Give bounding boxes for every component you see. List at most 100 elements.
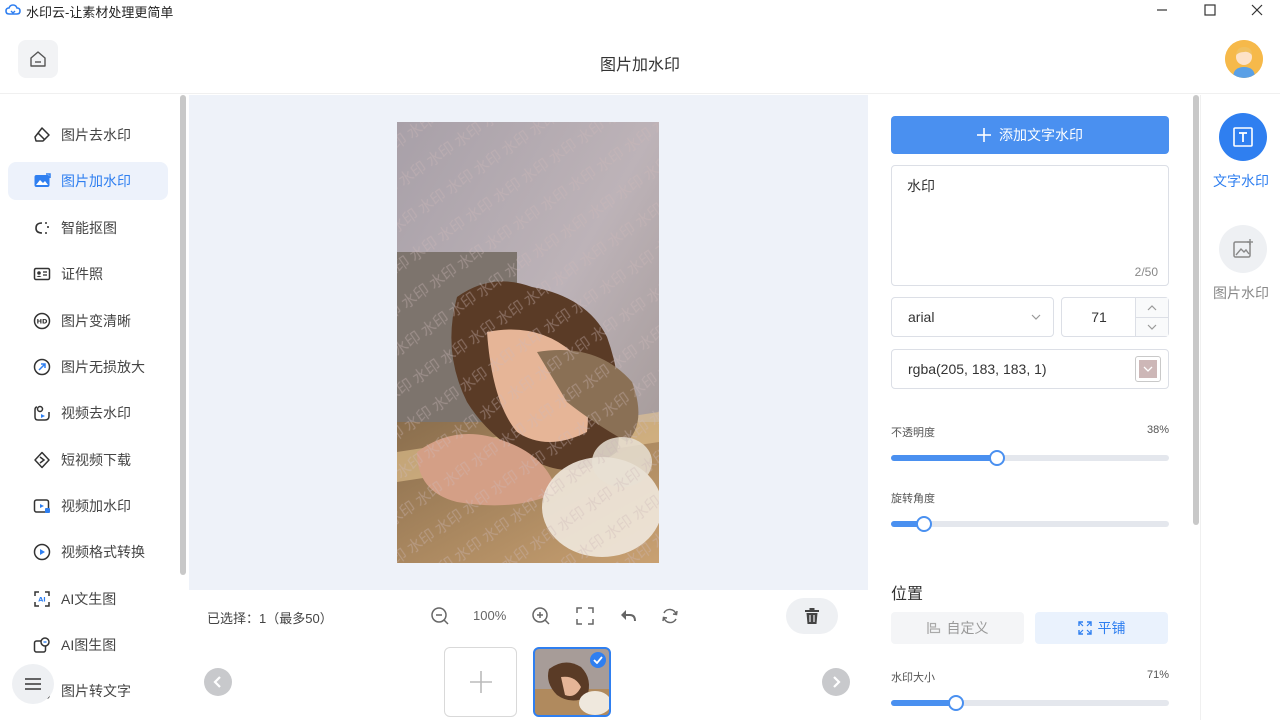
next-image-button[interactable] (822, 668, 850, 696)
tab-text-watermark-label[interactable]: 文字水印 (1201, 171, 1280, 191)
id-card-icon (32, 264, 52, 284)
sidebar-item-label: 智能抠图 (61, 220, 117, 236)
sidebar-item-add-image-watermark[interactable]: 图片加水印 (8, 162, 168, 200)
chevron-left-icon (213, 676, 221, 688)
opacity-value: 38% (1146, 424, 1169, 436)
chevron-down-icon (1147, 324, 1157, 330)
close-icon (1251, 4, 1263, 16)
sidebar-item-short-video-download[interactable]: 短视频下载 (8, 441, 168, 479)
delete-button[interactable] (786, 598, 838, 634)
minimize-icon (1157, 9, 1167, 11)
sidebar-item-label: AI文生图 (61, 591, 117, 607)
slider-fill (891, 700, 956, 706)
tab-text-watermark[interactable] (1219, 113, 1267, 161)
sidebar-item-id-photo[interactable]: 证件照 (8, 255, 168, 293)
slider-fill (891, 455, 997, 461)
sidebar-item-ai-image-to-image[interactable]: AI图生图 (8, 626, 168, 664)
chevron-down-icon (1143, 366, 1153, 372)
sidebar-item-add-video-watermark[interactable]: 视频加水印 (8, 487, 168, 525)
sidebar-item-ai-text-to-image[interactable]: AI AI文生图 (8, 580, 168, 618)
increase-button[interactable] (1136, 298, 1168, 317)
zoom-in-button[interactable] (529, 604, 553, 628)
sidebar-scrollbar[interactable] (180, 95, 186, 575)
font-family-select[interactable]: arial (891, 297, 1054, 337)
selected-check (590, 652, 606, 668)
sidebar-item-label: 证件照 (61, 266, 103, 282)
image-canvas: 水印 (189, 95, 868, 590)
sidebar-item-label: AI图生图 (61, 637, 117, 653)
ai-image-image-icon (32, 635, 52, 655)
image-add-icon (1233, 239, 1253, 258)
rotation-label: 旋转角度 (891, 493, 935, 505)
prev-image-button[interactable] (204, 668, 232, 696)
plus-icon (977, 128, 991, 142)
tab-image-watermark[interactable] (1219, 225, 1267, 273)
maximize-button[interactable] (1187, 0, 1233, 20)
svg-text:AI: AI (38, 596, 45, 604)
add-text-watermark-button[interactable]: 添加文字水印 (891, 116, 1169, 154)
sidebar-item-smart-cutout[interactable]: 智能抠图 (8, 209, 168, 247)
sidebar-item-label: 图片转文字 (61, 683, 131, 699)
hamburger-menu-icon (25, 678, 41, 690)
position-custom-button[interactable]: 自定义 (891, 612, 1024, 644)
watermark-type-tabs: 文字水印 图片水印 (1200, 95, 1280, 720)
image-edit-icon (32, 171, 52, 191)
watermark-text-value: 水印 (907, 178, 935, 194)
rotation-slider[interactable] (891, 516, 1169, 532)
fit-screen-button[interactable] (573, 604, 597, 628)
window-title: 水印云-让素材处理更简单 (26, 5, 174, 20)
photo-illustration: 水印 (397, 122, 659, 563)
ai-text-image-icon: AI (32, 589, 52, 609)
image-thumbnail[interactable] (533, 647, 611, 717)
zoom-out-icon (431, 607, 449, 625)
plus-icon (469, 671, 492, 693)
sidebar-item-label: 视频去水印 (61, 405, 131, 421)
minimize-button[interactable] (1139, 0, 1185, 20)
reset-button[interactable] (658, 604, 682, 628)
zoom-level: 100% (473, 608, 507, 623)
selection-count: 已选择：1（最多50） (207, 611, 333, 626)
opacity-label: 不透明度 (891, 427, 935, 439)
add-image-button[interactable] (444, 647, 517, 717)
color-picker-field[interactable]: rgba(205, 183, 183, 1) (891, 349, 1169, 389)
font-size-value: 71 (1091, 309, 1107, 325)
trash-icon (805, 608, 819, 624)
sidebar-item-image-sharpen[interactable]: HD 图片变清晰 (8, 302, 168, 340)
slider-handle[interactable] (948, 695, 964, 711)
page-title: 图片加水印 (599, 57, 680, 74)
font-size-stepper[interactable]: 71 (1061, 297, 1169, 337)
slider-handle[interactable] (989, 450, 1005, 466)
watermark-text-input[interactable]: 水印 2/50 (891, 165, 1169, 286)
size-slider[interactable] (891, 695, 1169, 711)
avatar[interactable] (1225, 40, 1263, 78)
sidebar-item-remove-image-watermark[interactable]: 图片去水印 (8, 116, 168, 154)
check-icon (593, 656, 603, 664)
custom-label: 自定义 (946, 620, 989, 636)
undo-icon (621, 610, 636, 622)
zoom-out-button[interactable] (428, 604, 452, 628)
sidebar-item-video-format-convert[interactable]: 视频格式转换 (8, 533, 168, 571)
align-icon (926, 621, 941, 635)
size-label: 水印大小 (891, 672, 935, 684)
sidebar-item-lossless-enlarge[interactable]: 图片无损放大 (8, 348, 168, 386)
panel-scrollbar[interactable] (1193, 95, 1199, 525)
expand-icon (1077, 621, 1092, 635)
undo-button[interactable] (616, 604, 640, 628)
video-eraser-icon (32, 403, 52, 423)
sidebar-item-remove-video-watermark[interactable]: 视频去水印 (8, 394, 168, 432)
close-button[interactable] (1234, 0, 1280, 20)
tab-image-watermark-label[interactable]: 图片水印 (1201, 283, 1280, 303)
position-section-title: 位置 (891, 586, 924, 603)
chevron-down-icon (1031, 314, 1041, 320)
slider-handle[interactable] (916, 516, 932, 532)
decrease-button[interactable] (1136, 317, 1168, 336)
position-tile-button[interactable]: 平铺 (1035, 612, 1168, 644)
preview-image[interactable]: 水印 (397, 122, 659, 563)
color-swatch[interactable] (1135, 356, 1161, 382)
menu-button[interactable] (12, 664, 54, 704)
opacity-slider[interactable] (891, 450, 1169, 466)
color-value: rgba(205, 183, 183, 1) (908, 361, 1047, 377)
sidebar-item-label: 短视频下载 (61, 452, 131, 468)
sidebar-item-label: 图片无损放大 (61, 359, 145, 375)
sidebar-item-label: 图片变清晰 (61, 313, 131, 329)
